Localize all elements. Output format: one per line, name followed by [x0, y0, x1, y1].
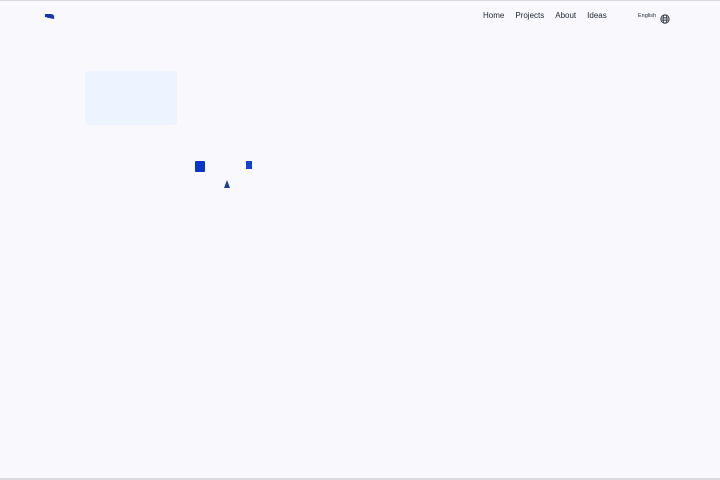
top-divider — [0, 0, 720, 1]
hero-placeholder — [85, 71, 177, 125]
language-label: English — [638, 13, 657, 19]
main-nav: Home Projects About Ideas — [483, 10, 618, 22]
globe-icon — [660, 11, 670, 24]
loading-square-large — [195, 161, 205, 172]
page: Home Projects About Ideas English — [0, 0, 720, 480]
brand-logo-icon[interactable] — [44, 9, 56, 19]
nav-home[interactable]: Home — [483, 10, 504, 22]
nav-about[interactable]: About — [555, 10, 576, 22]
nav-projects[interactable]: Projects — [515, 10, 544, 22]
loading-triangle — [224, 175, 230, 188]
nav-ideas[interactable]: Ideas — [587, 10, 607, 22]
language-selector[interactable]: English — [638, 10, 670, 24]
loading-square-small — [246, 161, 252, 169]
